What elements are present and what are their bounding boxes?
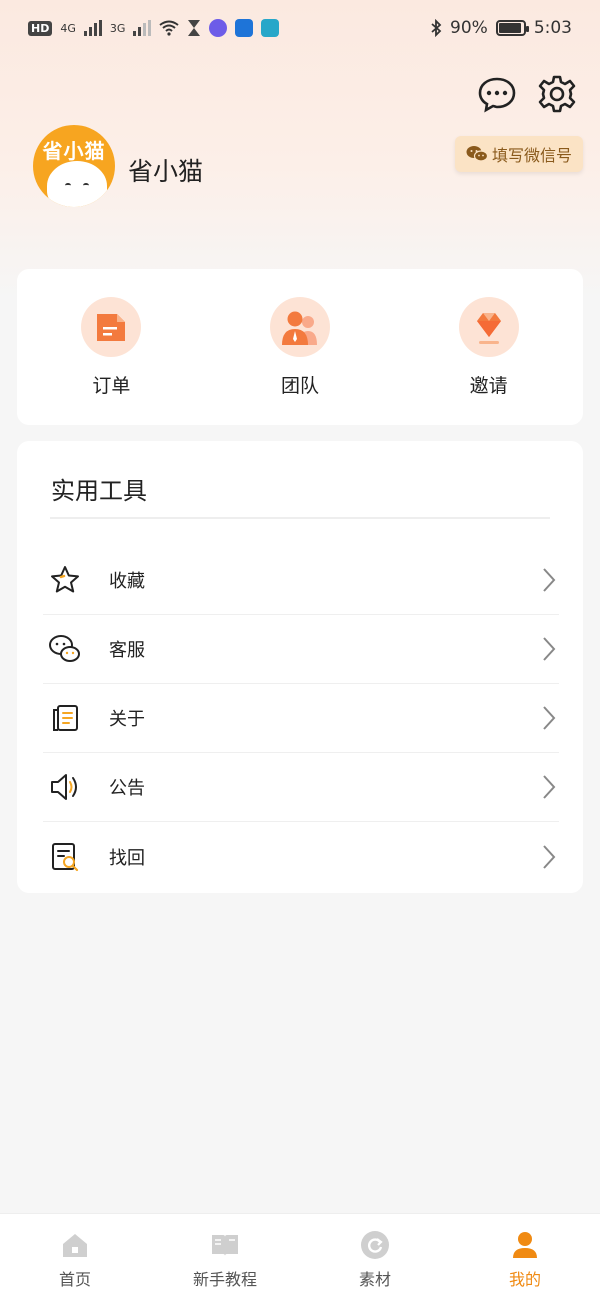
reader-app-icon: [261, 19, 280, 37]
quick-actions-card: 订单 团队 邀请: [17, 269, 583, 425]
fill-wechat-button[interactable]: 填写微信号: [455, 136, 583, 172]
bottom-tab-bar: 首页 新手教程 素材 我的: [0, 1213, 600, 1300]
music-app-icon: [209, 19, 228, 37]
order-document-icon: [81, 297, 142, 357]
tools-title: 实用工具: [51, 477, 147, 505]
avatar[interactable]: 省小猫: [33, 125, 115, 207]
hourglass-icon: [188, 20, 201, 36]
chat-bubble-icon[interactable]: [477, 74, 517, 114]
home-icon: [63, 1234, 87, 1257]
quick-action-invite[interactable]: 邀请: [429, 297, 549, 398]
tool-label: 找回: [109, 847, 145, 869]
cat-mascot-icon: [47, 161, 107, 207]
quick-action-label: 订单: [92, 375, 131, 397]
status-bar: HD 4G 3G 90% 5:03: [0, 0, 600, 56]
tool-item-retrieve[interactable]: 找回: [43, 822, 559, 891]
chevron-right-icon: [543, 568, 556, 592]
quick-action-label: 团队: [280, 375, 319, 397]
wechat-icon: [466, 146, 488, 162]
username: 省小猫: [128, 157, 204, 186]
quick-action-team[interactable]: 团队: [240, 297, 360, 398]
status-left: HD 4G 3G: [28, 19, 280, 37]
fill-wechat-label: 填写微信号: [491, 146, 572, 165]
tool-item-favorites[interactable]: 收藏: [43, 546, 559, 615]
tab-home[interactable]: 首页: [0, 1214, 150, 1300]
chevron-right-icon: [543, 706, 556, 730]
gear-icon[interactable]: [537, 74, 577, 114]
invite-gem-icon: [458, 297, 519, 357]
tool-label: 公告: [109, 778, 145, 799]
quick-action-label: 邀请: [469, 375, 508, 397]
about-doc-icon: [53, 705, 78, 731]
battery-percent: 90%: [450, 18, 488, 38]
status-right: 90% 5:03: [430, 18, 572, 38]
tool-item-about[interactable]: 关于: [43, 684, 559, 753]
tab-tutorial[interactable]: 新手教程: [150, 1214, 300, 1300]
tab-label: 我的: [508, 1270, 541, 1289]
tool-label: 收藏: [109, 571, 145, 592]
tab-label: 素材: [358, 1270, 391, 1289]
hd-badge: HD: [28, 20, 53, 36]
tab-mine[interactable]: 我的: [450, 1214, 600, 1300]
chevron-right-icon: [543, 637, 556, 661]
chat-service-icon: [49, 635, 80, 662]
avatar-text: 省小猫: [42, 139, 106, 163]
bluetooth-icon: [431, 19, 442, 37]
tool-item-announcement[interactable]: 公告: [43, 753, 559, 822]
tools-divider: [50, 517, 550, 519]
battery-icon: [495, 20, 529, 36]
tool-item-customer-service[interactable]: 客服: [43, 615, 559, 684]
signal-1-icon: [83, 20, 102, 36]
tools-card: 实用工具 收藏 客服 关于 公告 找回: [17, 441, 583, 893]
user-icon: [513, 1232, 537, 1258]
signal-2-icon: [133, 20, 152, 36]
search-doc-icon: [52, 842, 79, 871]
tab-materials[interactable]: 素材: [300, 1214, 450, 1300]
book-icon: [212, 1235, 238, 1256]
star-icon: [51, 566, 79, 593]
speaker-icon: [51, 774, 77, 800]
sim1-network: 4G: [60, 21, 76, 35]
sim2-network: 3G: [109, 21, 126, 35]
team-people-icon: [269, 297, 330, 357]
tab-label: 新手教程: [192, 1270, 257, 1289]
tool-label: 关于: [109, 709, 145, 730]
quick-action-orders[interactable]: 订单: [51, 297, 171, 398]
tool-label: 客服: [109, 640, 145, 661]
browser-app-icon: [235, 19, 254, 37]
refresh-icon: [361, 1231, 389, 1259]
chevron-right-icon: [543, 775, 556, 799]
tab-label: 首页: [58, 1270, 91, 1289]
chevron-right-icon: [543, 844, 556, 869]
wifi-icon: [159, 20, 180, 36]
clock: 5:03: [533, 18, 572, 38]
